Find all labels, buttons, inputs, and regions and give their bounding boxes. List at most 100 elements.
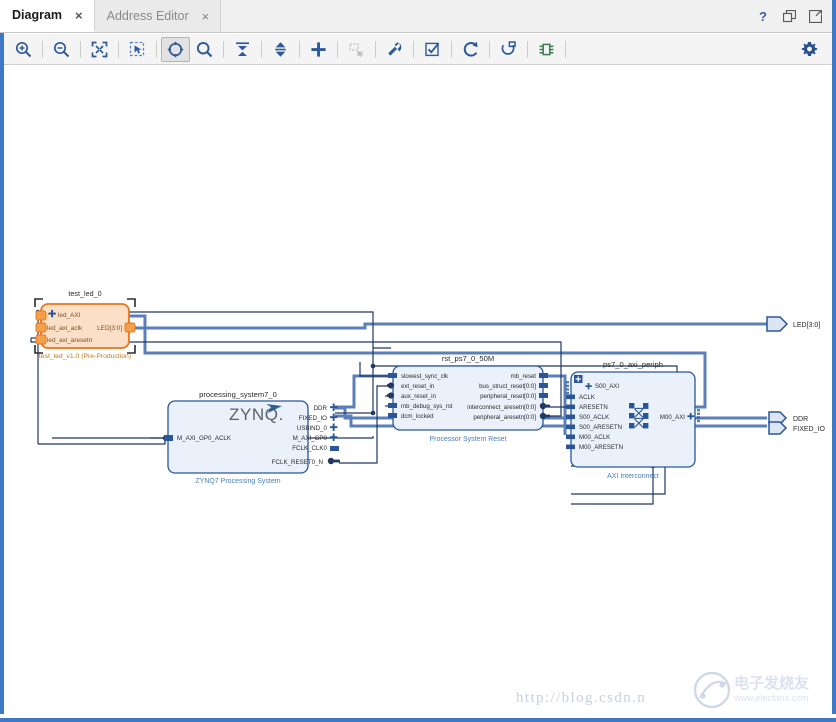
pin-label: led_axi_aresetn <box>47 337 93 344</box>
svg-text:ARESETN: ARESETN <box>579 404 608 411</box>
svg-text:FIXED_IO: FIXED_IO <box>299 415 327 422</box>
block-subtitle: test_led_v1.0 (Pre-Production) <box>39 353 131 360</box>
expand-all-icon[interactable] <box>266 37 295 62</box>
refresh-icon[interactable] <box>456 37 485 62</box>
pin-label: M_AXI_GP0_ACLK <box>177 435 232 442</box>
search-icon[interactable] <box>190 37 219 62</box>
svg-text:S00_AXI: S00_AXI <box>595 383 619 390</box>
svg-text:M_AXI_GP0: M_AXI_GP0 <box>293 435 328 442</box>
block-test-led-0[interactable]: test_led_0 led_AXI led_axi_aclk led_axi_… <box>35 289 135 360</box>
svg-text:peripheral_aresetn[0:0]: peripheral_aresetn[0:0] <box>473 414 536 421</box>
svg-text:ACLK: ACLK <box>579 394 595 401</box>
svg-text:?: ? <box>759 10 767 24</box>
block-processing-system7-0[interactable]: processing_system7_0 ZYNQ. M_AXI_GP0_ACL… <box>164 390 340 485</box>
svg-text:aux_reset_in: aux_reset_in <box>401 393 436 400</box>
svg-text:ext_reset_in: ext_reset_in <box>401 383 434 390</box>
zoom-area-icon[interactable] <box>123 37 152 62</box>
collapse-all-icon[interactable] <box>228 37 257 62</box>
pin-label: LED[3:0] <box>97 325 122 332</box>
toolbar-separator <box>489 41 490 58</box>
window-controls: ? <box>759 0 822 33</box>
svg-text:bus_struct_reset[0:0]: bus_struct_reset[0:0] <box>479 383 536 390</box>
toolbar-separator <box>223 41 224 58</box>
tab-bar-filler <box>221 0 836 32</box>
add-module-icon[interactable] <box>342 37 371 62</box>
right-accent-strip <box>832 0 836 714</box>
tab-address-editor[interactable]: Address Editor × <box>95 0 222 32</box>
toolbar-separator <box>80 41 81 58</box>
svg-text:peripheral_reset[0:0]: peripheral_reset[0:0] <box>480 393 536 400</box>
svg-text:M00_ACLK: M00_ACLK <box>579 434 610 441</box>
float-window-icon[interactable] <box>783 10 796 23</box>
left-accent-strip <box>0 33 4 714</box>
block-rst-ps7-0-50m[interactable]: rst_ps7_0_50M slowest_sync_clk ext_reset… <box>387 354 550 443</box>
zynq-logo: ZYNQ. <box>229 404 284 424</box>
block-design-canvas[interactable]: test_led_0 led_AXI led_axi_aclk led_axi_… <box>5 66 831 714</box>
block-diagram-svg: test_led_0 led_AXI led_axi_aclk led_axi_… <box>5 66 831 714</box>
port-label: FIXED_IO <box>793 426 825 433</box>
tab-diagram-close-icon[interactable]: × <box>75 9 83 22</box>
toolbar-separator <box>42 41 43 58</box>
tab-diagram[interactable]: Diagram × <box>0 0 95 32</box>
block-pin <box>697 409 700 422</box>
external-port-fixed-io[interactable]: FIXED_IO <box>769 422 825 434</box>
toolbar-separator <box>451 41 452 58</box>
svg-text:mb_debug_sys_rst: mb_debug_sys_rst <box>401 403 453 410</box>
block-ps7-0-axi-periph[interactable]: ps7_0_axi_periph S00_AXI ACLK <box>566 360 700 480</box>
svg-text:FCLK_RESET0_N: FCLK_RESET0_N <box>272 459 323 466</box>
tab-address-editor-close-icon[interactable]: × <box>202 10 210 23</box>
svg-text:slowest_sync_clk: slowest_sync_clk <box>401 373 449 380</box>
bottom-accent-strip <box>0 718 836 722</box>
maximize-window-icon[interactable] <box>809 10 822 23</box>
fit-selection-icon[interactable] <box>85 37 114 62</box>
gear-icon[interactable] <box>795 37 824 62</box>
block-title: ps7_0_axi_periph <box>603 360 663 369</box>
vivado-block-design-window: Diagram × Address Editor × ? <box>0 0 836 722</box>
block-subtitle: AXI Interconnect <box>607 473 659 480</box>
svg-text:M00_ARESETN: M00_ARESETN <box>579 444 623 451</box>
run-connection-automation-icon[interactable] <box>380 37 409 62</box>
block-subtitle: ZYNQ7 Processing System <box>195 478 280 485</box>
pin-label: led_axi_aclk <box>47 325 83 332</box>
toolbar-separator <box>261 41 262 58</box>
svg-text:DDR: DDR <box>314 405 328 412</box>
optimize-routing-icon[interactable] <box>532 37 561 62</box>
add-ip-icon[interactable] <box>304 37 333 62</box>
zoom-out-icon[interactable] <box>47 37 76 62</box>
toolbar-separator <box>375 41 376 58</box>
tab-bar: Diagram × Address Editor × ? <box>0 0 836 33</box>
help-icon[interactable]: ? <box>759 10 770 24</box>
zoom-in-icon[interactable] <box>9 37 38 62</box>
svg-text:mb_reset: mb_reset <box>511 373 537 380</box>
toolbar-separator <box>413 41 414 58</box>
toolbar-separator <box>156 41 157 58</box>
tab-diagram-label: Diagram <box>12 8 62 22</box>
port-label: DDR <box>793 416 808 423</box>
external-port-led[interactable]: LED[3:0] <box>767 317 820 331</box>
svg-text:dcm_locked: dcm_locked <box>401 413 434 420</box>
expand-button[interactable] <box>574 375 583 383</box>
svg-text:S00_ACLK: S00_ACLK <box>579 414 609 421</box>
tab-address-editor-label: Address Editor <box>107 9 189 23</box>
diagram-toolbar <box>4 34 832 65</box>
block-pin <box>164 435 173 441</box>
rotate-icon[interactable] <box>494 37 523 62</box>
pin-label: led_AXI <box>58 312 81 319</box>
svg-text:S00_ARESETN: S00_ARESETN <box>579 424 622 431</box>
block-title: test_led_0 <box>68 289 101 298</box>
svg-text:FCLK_CLK0: FCLK_CLK0 <box>292 445 327 452</box>
svg-text:interconnect_aresetn[0:0]: interconnect_aresetn[0:0] <box>467 404 536 411</box>
block-title: rst_ps7_0_50M <box>442 354 494 363</box>
svg-text:USBIND_0: USBIND_0 <box>297 425 328 432</box>
validate-design-icon[interactable] <box>418 37 447 62</box>
toolbar-separator <box>299 41 300 58</box>
toolbar-separator <box>527 41 528 58</box>
toolbar-separator <box>337 41 338 58</box>
toolbar-separator <box>118 41 119 58</box>
pin-label: M00_AXI <box>660 414 685 421</box>
port-label: LED[3:0] <box>793 322 820 329</box>
block-subtitle: Processor System Reset <box>429 436 506 443</box>
block-title: processing_system7_0 <box>199 390 277 399</box>
regenerate-layout-icon[interactable] <box>161 37 190 62</box>
toolbar-separator <box>565 41 566 58</box>
